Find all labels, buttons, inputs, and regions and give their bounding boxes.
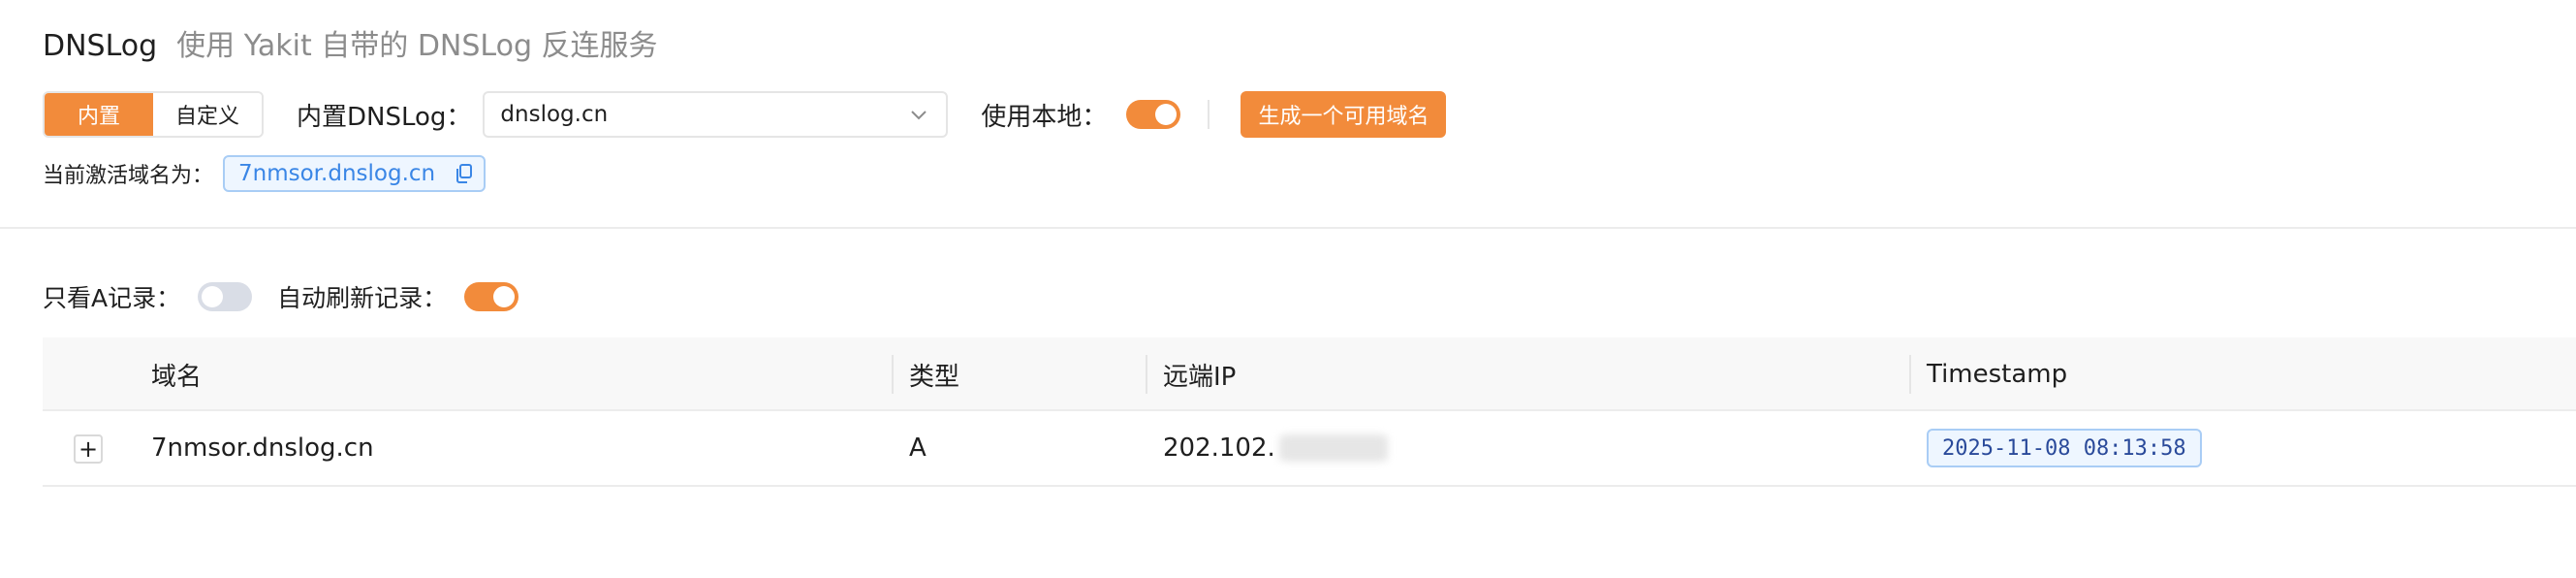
expand-row-button[interactable]: + (74, 434, 103, 464)
section-divider (0, 227, 2576, 229)
mode-builtin-button[interactable]: 内置 (45, 93, 153, 136)
only-a-record-label: 只看A记录： (43, 284, 181, 312)
only-a-record-toggle[interactable] (198, 282, 253, 311)
mode-custom-button[interactable]: 自定义 (153, 93, 262, 136)
dnslog-table: 域名 类型 远端IP Timestamp + 7nmsor.dnslog.cn … (43, 337, 2576, 487)
chevron-down-icon (911, 111, 927, 120)
remote-ip-value: 202.102. (1163, 434, 1275, 463)
column-header-remote-ip[interactable]: 远端IP (1163, 337, 1236, 411)
column-separator (892, 355, 894, 394)
divider (1208, 100, 1210, 129)
cell-remote-ip: 202.102. (1163, 411, 1388, 485)
active-domain-label: 当前激活域名为： (43, 164, 214, 188)
page-title: DNSLog (43, 29, 158, 63)
builtin-dnslog-select[interactable]: dnslog.cn (483, 91, 949, 138)
auto-refresh-toggle[interactable] (464, 282, 519, 311)
cell-type: A (909, 434, 927, 463)
redacted-ip-blur (1278, 434, 1388, 462)
page-subtitle: 使用 Yakit 自带的 DNSLog 反连服务 (176, 29, 658, 63)
page-header: DNSLog 使用 Yakit 自带的 DNSLog 反连服务 (43, 21, 658, 64)
config-row: 内置 自定义 内置DNSLog： dnslog.cn 使用本地： 生成一个可用域… (43, 91, 1447, 138)
copy-icon[interactable] (455, 163, 474, 184)
use-local-label: 使用本地： (981, 102, 1108, 132)
builtin-dnslog-value: dnslog.cn (500, 102, 609, 127)
table-header: 域名 类型 远端IP Timestamp (43, 337, 2576, 411)
builtin-dnslog-label: 内置DNSLog： (297, 102, 472, 132)
table-row[interactable]: + 7nmsor.dnslog.cn A 202.102. 2025-11-08… (43, 411, 2576, 487)
active-domain-tag: 7nmsor.dnslog.cn (223, 155, 487, 192)
cell-timestamp: 2025-11-08 08:13:58 (1927, 411, 2202, 485)
column-header-type[interactable]: 类型 (909, 337, 959, 411)
cell-domain: 7nmsor.dnslog.cn (151, 434, 374, 463)
active-domain-value: 7nmsor.dnslog.cn (238, 161, 436, 186)
filter-row: 只看A记录： 自动刷新记录： (43, 279, 519, 314)
active-domain-row: 当前激活域名为： 7nmsor.dnslog.cn (43, 155, 487, 192)
column-separator (1909, 355, 1911, 394)
timestamp-tag: 2025-11-08 08:13:58 (1927, 429, 2202, 467)
column-header-timestamp[interactable]: Timestamp (1927, 337, 2067, 411)
generate-domain-button[interactable]: 生成一个可用域名 (1241, 91, 1447, 138)
column-separator (1146, 355, 1147, 394)
column-header-domain[interactable]: 域名 (151, 337, 202, 411)
use-local-toggle[interactable] (1126, 100, 1181, 129)
mode-segmented-control: 内置 自定义 (43, 91, 264, 138)
auto-refresh-label: 自动刷新记录： (277, 284, 448, 312)
